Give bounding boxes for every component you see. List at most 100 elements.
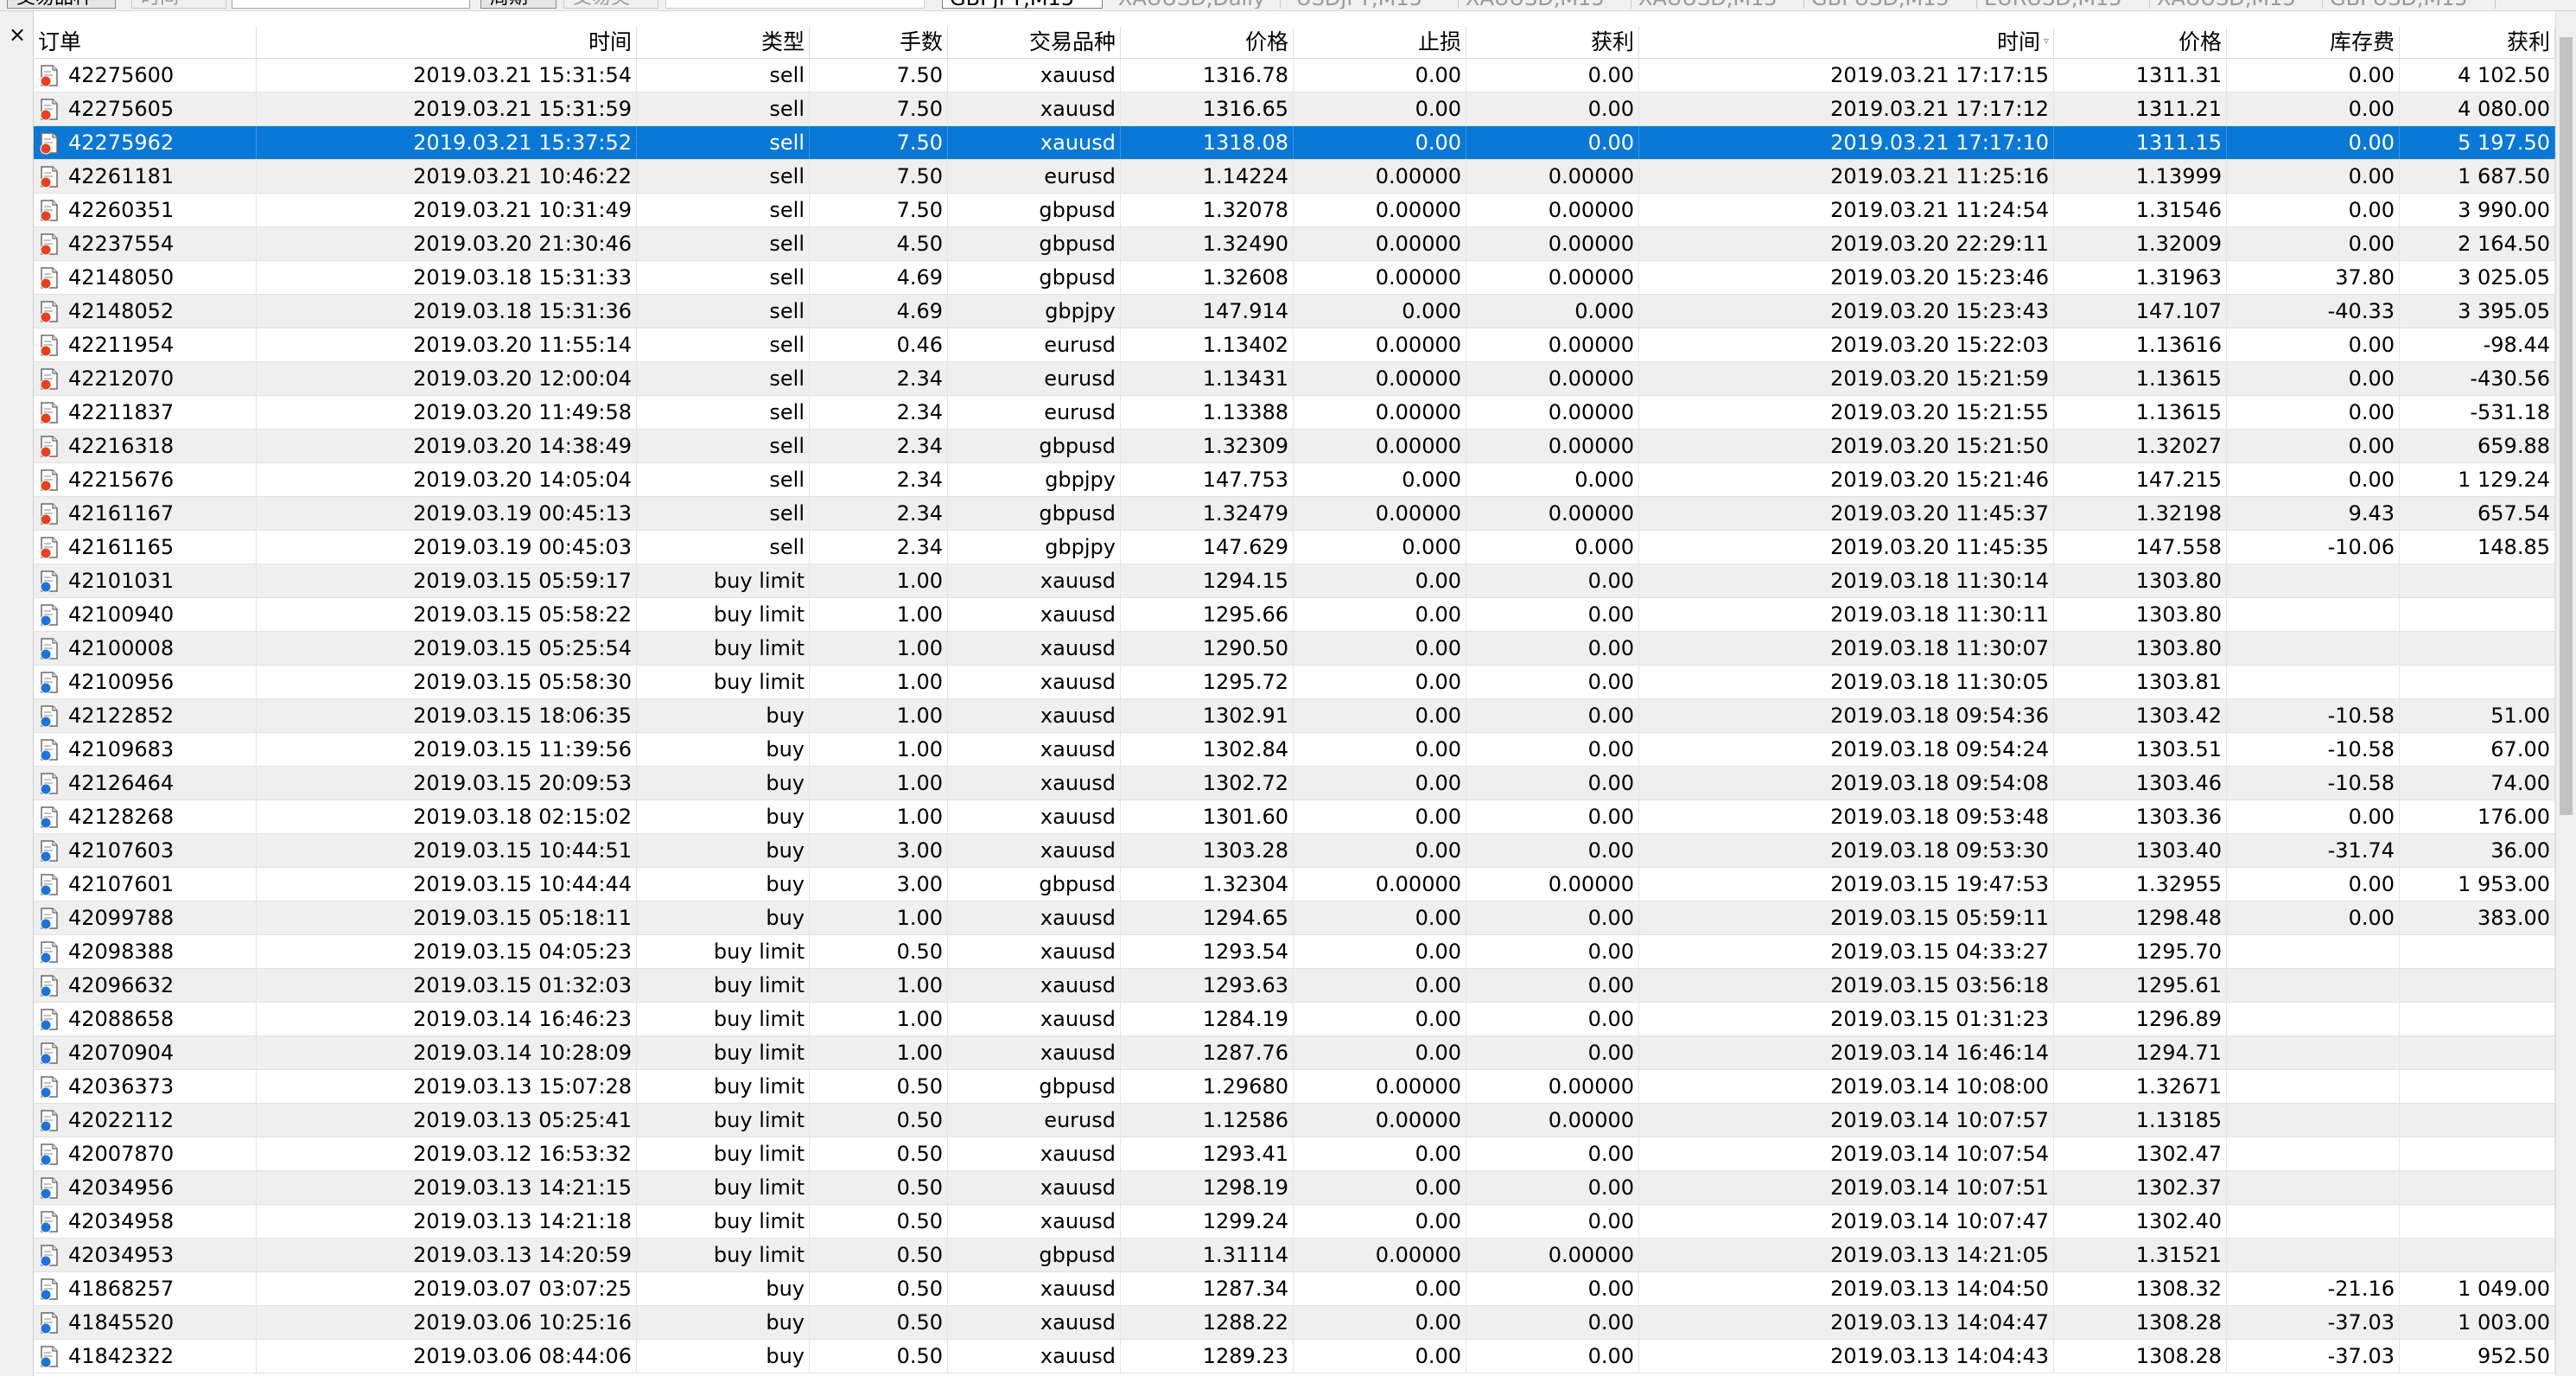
trade-type-button[interactable]: 交易类 [563, 0, 658, 9]
table-row[interactable]: 42275605 2019.03.21 15:31:59 sell 7.50 xauus… [34, 92, 2555, 126]
table-row[interactable]: 42122852 2019.03.15 18:06:35 buy 1.00 xauusd… [34, 699, 2555, 733]
cell-symbol: gbpusd [948, 261, 1121, 294]
column-header-lots[interactable]: 手数 [810, 27, 948, 58]
cell-open-price: 1302.84 [1121, 733, 1294, 766]
column-header-open-price[interactable]: 价格 [1121, 27, 1294, 58]
cell-symbol: gbpusd [948, 1070, 1121, 1103]
table-row[interactable]: 42161167 2019.03.19 00:45:13 sell 2.34 gbpus… [34, 497, 2555, 531]
cell-lots: 2.34 [810, 396, 948, 429]
cell-swap: 37.80 [2227, 261, 2400, 294]
cell-profit: 1 129.24 [2400, 463, 2555, 496]
cell-sl: 0.00 [1294, 1205, 1466, 1238]
table-row[interactable]: 42215676 2019.03.20 14:05:04 sell 2.34 gbpjp… [34, 463, 2555, 497]
cell-swap: 0.00 [2227, 92, 2400, 125]
column-header-profit[interactable]: 获利 [2400, 27, 2555, 58]
table-row[interactable]: 42036373 2019.03.13 15:07:28 buy limit 0.50… [34, 1070, 2555, 1104]
table-row[interactable]: 42260351 2019.03.21 10:31:49 sell 7.50 gbpus… [34, 194, 2555, 227]
chart-tab-xauusd-3[interactable]: XAUUSD,M15 [2150, 0, 2323, 9]
table-row[interactable]: 42275962 2019.03.21 15:37:52 sell 7.50 xauus… [34, 126, 2555, 160]
table-row[interactable]: 42275600 2019.03.21 15:31:54 sell 7.50 xauus… [34, 59, 2555, 92]
table-row[interactable]: 42098388 2019.03.15 04:05:23 buy limit 0.50… [34, 935, 2555, 969]
chart-tab-usdjpy[interactable]: USDJPY,M15 [1289, 0, 1459, 9]
close-icon[interactable]: × [8, 24, 27, 45]
table-row[interactable]: 42034956 2019.03.13 14:21:15 buy limit 0.50… [34, 1171, 2555, 1205]
filter-time-button[interactable]: 时间 [131, 0, 226, 9]
table-row[interactable]: 42237554 2019.03.20 21:30:46 sell 4.50 gbpus… [34, 227, 2555, 261]
table-row[interactable]: 42107601 2019.03.15 10:44:44 buy 3.00 gbpusd… [34, 868, 2555, 901]
cell-order: 42212070 [34, 362, 257, 395]
cell-open-time: 2019.03.19 00:45:03 [257, 531, 637, 564]
table-row[interactable]: 42211954 2019.03.20 11:55:14 sell 0.46 eurus… [34, 328, 2555, 362]
table-row[interactable]: 42261181 2019.03.21 10:46:22 sell 7.50 eurus… [34, 160, 2555, 194]
cell-close-price: 1.32671 [2054, 1070, 2227, 1103]
table-row[interactable]: 42100940 2019.03.15 05:58:22 buy limit 1.00… [34, 598, 2555, 632]
column-header-type[interactable]: 类型 [637, 27, 810, 58]
table-row[interactable]: 42148052 2019.03.18 15:31:36 sell 4.69 gbpjp… [34, 295, 2555, 328]
cell-lots: 3.00 [810, 834, 948, 867]
table-row[interactable]: 42034953 2019.03.13 14:20:59 buy limit 0.50… [34, 1239, 2555, 1272]
column-header-close-price[interactable]: 价格 [2054, 27, 2227, 58]
column-header-order[interactable]: 订单 [34, 27, 257, 58]
chart-tab-xauusd-2[interactable]: XAUUSD,M15 [1631, 0, 1804, 9]
chart-tab-gbpusd[interactable]: GBPUSD,M15 [1804, 0, 1977, 9]
filter-symbol-button[interactable]: 交易品种 [7, 0, 116, 9]
table-row[interactable]: 42096632 2019.03.15 01:32:03 buy limit 1.00… [34, 969, 2555, 1003]
table-row[interactable]: 41868257 2019.03.07 03:07:25 buy 0.50 xauusd… [34, 1272, 2555, 1306]
table-row[interactable]: 42109683 2019.03.15 11:39:56 buy 1.00 xauusd… [34, 733, 2555, 767]
column-header-swap[interactable]: 库存费 [2227, 27, 2400, 58]
chart-tab-xauusd[interactable]: XAUUSD,M15 [1459, 0, 1631, 9]
cell-close-price: 1.31963 [2054, 261, 2227, 294]
column-header-close-time[interactable]: 时间 ▿ [1639, 27, 2054, 58]
cell-profit: 3 395.05 [2400, 295, 2555, 328]
cell-open-price: 1.31114 [1121, 1239, 1294, 1271]
cell-type: buy [637, 834, 810, 867]
cell-open-time: 2019.03.12 16:53:32 [257, 1137, 637, 1170]
table-row[interactable]: 42099788 2019.03.15 05:18:11 buy 1.00 xauusd… [34, 901, 2555, 935]
filter-input-2[interactable] [665, 0, 925, 9]
chart-tab-gbpjpy[interactable]: GBPJPY,M15 [942, 0, 1103, 9]
table-row[interactable]: 42101031 2019.03.15 05:59:17 buy limit 1.00… [34, 564, 2555, 598]
cell-order: 42148052 [34, 295, 257, 328]
cell-tp: 0.00 [1466, 564, 1639, 597]
table-row[interactable]: 42088658 2019.03.14 16:46:23 buy limit 1.00… [34, 1003, 2555, 1036]
column-header-symbol[interactable]: 交易品种 [948, 27, 1121, 58]
chart-tab-eurusd[interactable]: EURUSD,M15 [1977, 0, 2150, 9]
table-row[interactable]: 42100008 2019.03.15 05:25:54 buy limit 1.00… [34, 632, 2555, 666]
cell-tp: 0.00 [1466, 632, 1639, 665]
cell-swap: 0.00 [2227, 227, 2400, 260]
table-row[interactable]: 42128268 2019.03.18 02:15:02 buy 1.00 xauusd… [34, 800, 2555, 834]
table-row[interactable]: 42212070 2019.03.20 12:00:04 sell 2.34 eurus… [34, 362, 2555, 396]
table-row[interactable]: 42216318 2019.03.20 14:38:49 sell 2.34 gbpus… [34, 430, 2555, 463]
column-header-sl[interactable]: 止损 [1294, 27, 1466, 58]
table-row[interactable]: 42107603 2019.03.15 10:44:51 buy 3.00 xauusd… [34, 834, 2555, 868]
buy-order-icon [40, 908, 58, 930]
table-row[interactable]: 42148050 2019.03.18 15:31:33 sell 4.69 gbpus… [34, 261, 2555, 295]
table-row[interactable]: 41842322 2019.03.06 08:44:06 buy 0.50 xauusd… [34, 1340, 2555, 1373]
chart-tab-xauusd-daily[interactable]: XAUUSD,Daily [1111, 0, 1281, 9]
chart-tab-gbpusd-2[interactable]: GBPUSD,M15 [2323, 0, 2496, 9]
table-row[interactable]: 42100956 2019.03.15 05:58:30 buy limit 1.00… [34, 666, 2555, 699]
scrollbar-thumb[interactable] [2560, 37, 2573, 815]
column-header-open-time[interactable]: 时间 [257, 27, 637, 58]
period-button[interactable]: 周期 [480, 0, 557, 9]
table-row[interactable]: 42070904 2019.03.14 10:28:09 buy limit 1.00… [34, 1036, 2555, 1070]
vertical-scrollbar[interactable] [2555, 11, 2576, 1376]
table-row[interactable]: 42007870 2019.03.12 16:53:32 buy limit 0.50… [34, 1137, 2555, 1171]
table-row[interactable]: 42126464 2019.03.15 20:09:53 buy 1.00 xauusd… [34, 767, 2555, 800]
cell-close-time: 2019.03.14 16:46:14 [1639, 1036, 2054, 1069]
cell-swap: 0.00 [2227, 160, 2400, 193]
table-row[interactable]: 41845520 2019.03.06 10:25:16 buy 0.50 xauusd… [34, 1306, 2555, 1340]
table-row[interactable]: 42022112 2019.03.13 05:25:41 buy limit 0.50… [34, 1104, 2555, 1137]
cell-lots: 7.50 [810, 126, 948, 159]
column-header-tp[interactable]: 获利 [1466, 27, 1639, 58]
table-row[interactable]: 42161165 2019.03.19 00:45:03 sell 2.34 gbpjp… [34, 531, 2555, 564]
cell-close-time: 2019.03.20 15:23:43 [1639, 295, 2054, 328]
filter-input[interactable] [232, 0, 470, 9]
cell-symbol: gbpusd [948, 430, 1121, 462]
order-number: 42100940 [68, 602, 175, 627]
cell-close-time: 2019.03.18 09:54:24 [1639, 733, 2054, 766]
table-row[interactable]: 42034958 2019.03.13 14:21:18 buy limit 0.50… [34, 1205, 2555, 1239]
cell-lots: 1.00 [810, 632, 948, 665]
table-row[interactable]: 42211837 2019.03.20 11:49:58 sell 2.34 eurus… [34, 396, 2555, 430]
cell-order: 42161167 [34, 497, 257, 530]
